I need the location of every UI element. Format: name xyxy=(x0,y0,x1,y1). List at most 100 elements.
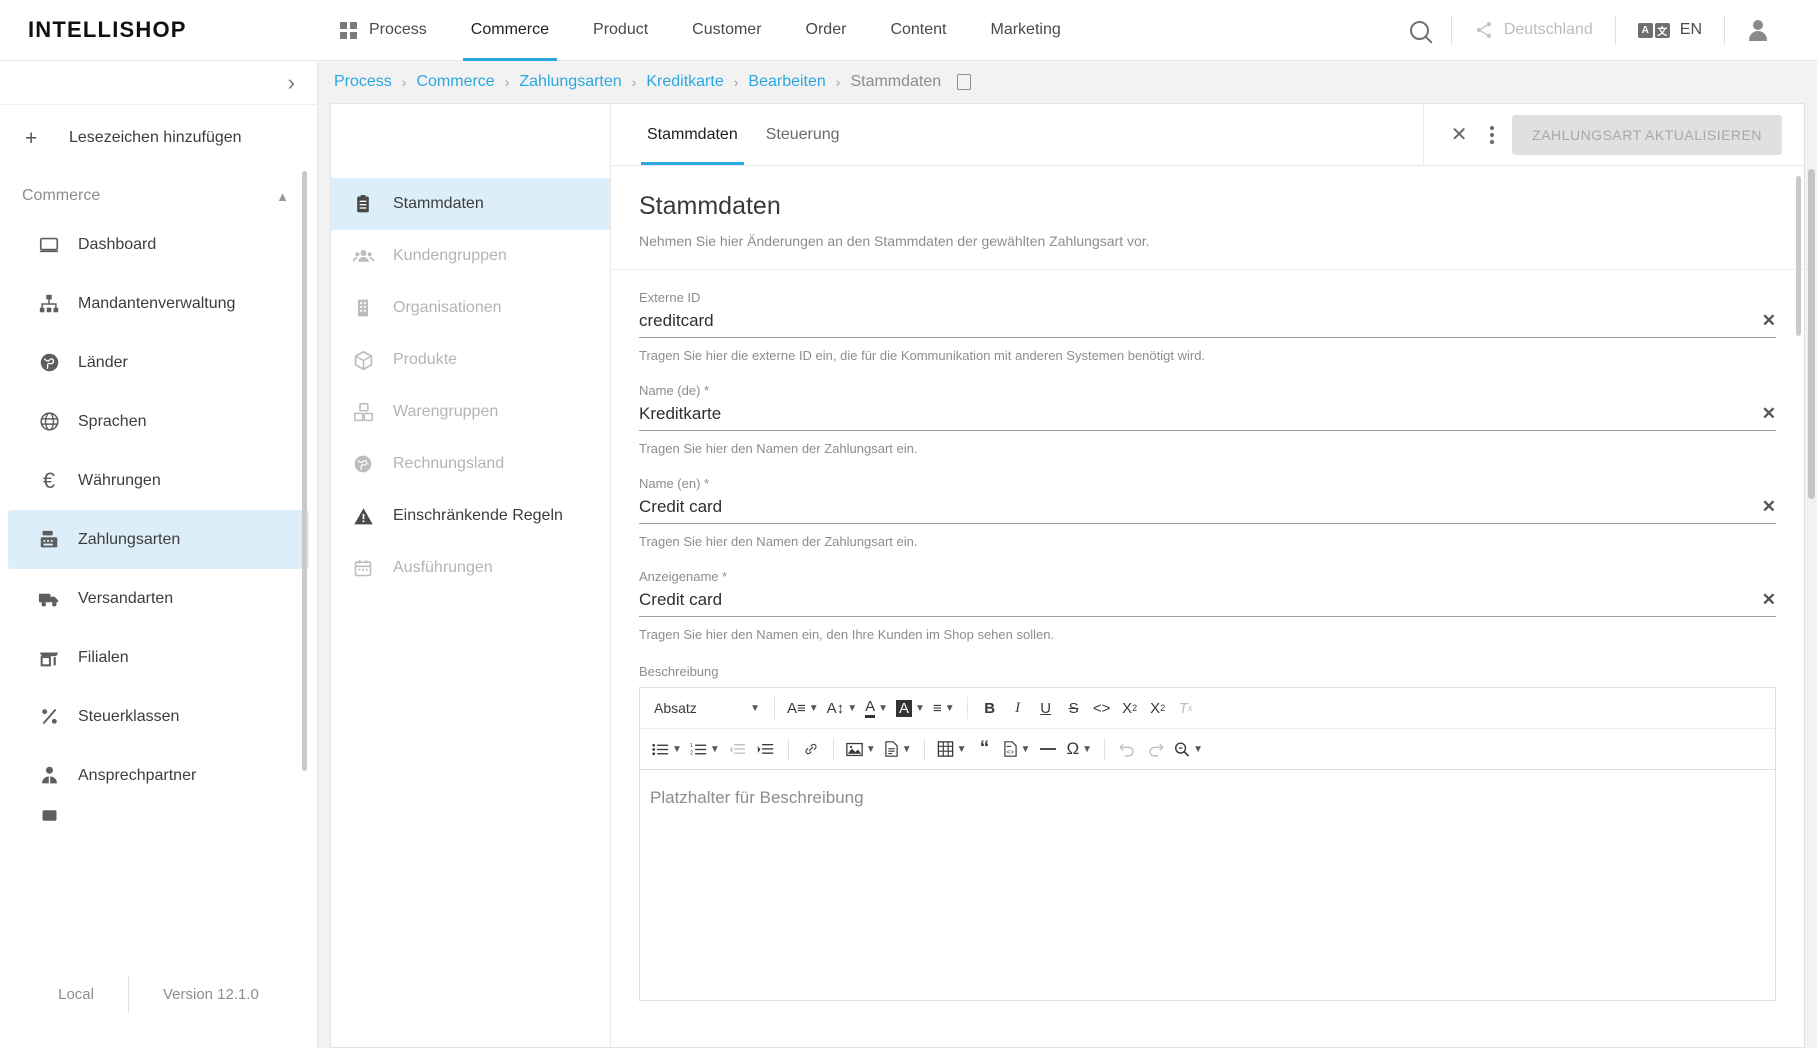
clear-icon[interactable]: ✕ xyxy=(1752,404,1776,424)
sidebar-footer: Local Version 12.1.0 xyxy=(0,940,317,1048)
field-label-name-en: Name (en) * xyxy=(639,476,710,491)
language-selector[interactable]: A文 EN xyxy=(1616,13,1724,47)
building-icon xyxy=(349,298,377,318)
source-code-icon[interactable]: <> xyxy=(1088,693,1116,723)
entity-subnav: Stammdaten Kundengruppen Organisationen … xyxy=(331,104,611,1047)
highlight-color-icon[interactable]: A ▼ xyxy=(892,693,929,723)
clear-icon[interactable]: ✕ xyxy=(1752,311,1776,331)
sidebar-item-zahlungsarten[interactable]: Zahlungsarten xyxy=(8,510,309,569)
subnav-item-rechnungsland[interactable]: Rechnungsland xyxy=(331,438,610,490)
sidebar-group-commerce[interactable]: Commerce ▲ xyxy=(0,165,317,215)
sidebar-item-filialen[interactable]: Filialen xyxy=(8,628,309,687)
sidebar-item-waehrungen[interactable]: € Währungen xyxy=(8,451,309,510)
svg-text:1: 1 xyxy=(690,742,693,748)
sidebar-item-mandantenverwaltung[interactable]: Mandantenverwaltung xyxy=(8,274,309,333)
nav-item-order[interactable]: Order xyxy=(784,0,869,61)
bold-icon[interactable]: B xyxy=(976,693,1004,723)
subnav-item-produkte[interactable]: Produkte xyxy=(331,334,610,386)
subnav-item-warengruppen[interactable]: Warengruppen xyxy=(331,386,610,438)
breadcrumb-item-kreditkarte[interactable]: Kreditkarte xyxy=(646,73,723,91)
sidebar-item-steuerklassen[interactable]: Steuerklassen xyxy=(8,687,309,746)
name-en-input[interactable] xyxy=(639,497,1752,517)
subnav-item-einschraenkende-regeln[interactable]: Einschränkende Regeln xyxy=(331,490,610,542)
underline-icon[interactable]: U xyxy=(1032,693,1060,723)
outdent-icon[interactable] xyxy=(724,734,752,764)
country-selector[interactable]: Deutschland xyxy=(1452,13,1615,47)
nav-item-content[interactable]: Content xyxy=(868,0,968,61)
sidebar-scrollbar-thumb[interactable] xyxy=(302,171,307,771)
italic-icon[interactable]: I xyxy=(1004,693,1032,723)
blockquote-icon[interactable]: “ xyxy=(971,734,999,764)
subnav-item-stammdaten[interactable]: Stammdaten xyxy=(331,178,610,230)
breadcrumb-item-zahlungsarten[interactable]: Zahlungsarten xyxy=(519,73,621,91)
code-block-icon[interactable]: <> ▼ xyxy=(999,734,1035,764)
nav-item-product[interactable]: Product xyxy=(571,0,670,61)
sidebar-label-versandarten: Versandarten xyxy=(78,589,174,607)
breadcrumb-item-bearbeiten[interactable]: Bearbeiten xyxy=(748,73,825,91)
field-label-name-de: Name (de) * xyxy=(639,383,710,398)
sidebar-group-label: Commerce xyxy=(22,187,101,204)
sidebar-item-laender[interactable]: Länder xyxy=(8,333,309,392)
subscript-icon[interactable]: X2 xyxy=(1116,693,1144,723)
anzeigename-input[interactable] xyxy=(639,590,1752,610)
clear-icon[interactable]: ✕ xyxy=(1752,497,1776,517)
sidebar-item-versandarten[interactable]: Versandarten xyxy=(8,569,309,628)
text-color-icon[interactable]: A ▼ xyxy=(861,693,892,723)
page-scrollbar-thumb[interactable] xyxy=(1808,169,1815,499)
font-family-icon[interactable]: A≡ ▼ xyxy=(783,693,823,723)
document-icon[interactable]: ▼ xyxy=(880,734,916,764)
page-title: Stammdaten xyxy=(639,192,781,220)
plus-icon: + xyxy=(25,126,38,150)
breadcrumb-item-process[interactable]: Process xyxy=(334,73,392,91)
subnav-label-warengruppen: Warengruppen xyxy=(393,403,499,420)
special-character-icon[interactable]: Ω ▼ xyxy=(1062,734,1096,764)
subnav-item-kundengruppen[interactable]: Kundengruppen xyxy=(331,230,610,282)
redo-icon[interactable] xyxy=(1141,734,1169,764)
bullet-list-icon[interactable]: ▼ xyxy=(648,734,686,764)
indent-icon[interactable] xyxy=(752,734,780,764)
nav-item-customer[interactable]: Customer xyxy=(670,0,783,61)
kebab-menu-icon[interactable] xyxy=(1490,125,1495,144)
detail-scrollbar-thumb[interactable] xyxy=(1796,176,1801,336)
add-bookmark-button[interactable]: + Lesezeichen hinzufügen xyxy=(0,111,317,165)
numbered-list-icon[interactable]: 1 2 ▼ xyxy=(686,734,724,764)
strikethrough-icon[interactable]: S xyxy=(1060,693,1088,723)
horizontal-rule-icon[interactable] xyxy=(1034,734,1062,764)
nav-item-commerce[interactable]: Commerce xyxy=(449,0,571,61)
breadcrumb-item-commerce[interactable]: Commerce xyxy=(416,73,494,91)
sidebar-item-ansprechpartner[interactable]: Ansprechpartner xyxy=(8,746,309,805)
sidebar-item-partial[interactable] xyxy=(8,805,309,825)
euro-icon: € xyxy=(42,467,56,493)
superscript-icon[interactable]: X2 xyxy=(1144,693,1172,723)
clear-format-icon[interactable]: Tx xyxy=(1172,693,1200,723)
clear-icon[interactable]: ✕ xyxy=(1752,590,1776,610)
sidebar-item-sprachen[interactable]: Sprachen xyxy=(8,392,309,451)
subnav-item-ausfuehrungen[interactable]: Ausführungen xyxy=(331,542,610,594)
user-menu-button[interactable] xyxy=(1725,13,1791,47)
align-icon[interactable]: ≡ ▼ xyxy=(929,693,959,723)
tab-stammdaten[interactable]: Stammdaten xyxy=(633,104,752,165)
sidebar-label-sprachen: Sprachen xyxy=(78,412,147,430)
table-icon[interactable]: ▼ xyxy=(933,734,971,764)
editor-toolbar-row-2: ▼ 1 2 ▼ ▼ ▼ ▼ “ <> ▼ Ω ▼ ▼ xyxy=(640,729,1775,770)
update-payment-method-button[interactable]: ZAHLUNGSART AKTUALISIEREN xyxy=(1512,114,1782,155)
externe-id-input[interactable] xyxy=(639,311,1752,331)
sidebar-item-dashboard[interactable]: Dashboard xyxy=(8,215,309,274)
link-icon[interactable] xyxy=(797,734,825,764)
paragraph-style-select[interactable]: Absatz ▼ xyxy=(648,693,766,723)
subnav-item-organisationen[interactable]: Organisationen xyxy=(331,282,610,334)
image-icon[interactable]: ▼ xyxy=(842,734,880,764)
tab-steuerung[interactable]: Steuerung xyxy=(752,104,854,165)
editor-content-area[interactable]: Platzhalter für Beschreibung xyxy=(640,770,1775,1000)
nav-item-marketing[interactable]: Marketing xyxy=(968,0,1082,61)
undo-icon[interactable] xyxy=(1113,734,1141,764)
find-replace-icon[interactable]: ▼ xyxy=(1169,734,1207,764)
boxes-icon xyxy=(349,402,377,423)
copy-icon[interactable] xyxy=(953,71,972,90)
close-icon[interactable]: ✕ xyxy=(1446,122,1472,148)
search-button[interactable] xyxy=(1388,13,1451,47)
chevron-right-icon[interactable]: › xyxy=(288,71,295,94)
nav-item-process[interactable]: Process xyxy=(318,0,449,61)
name-de-input[interactable] xyxy=(639,404,1752,424)
font-size-icon[interactable]: A↕ ▼ xyxy=(823,693,861,723)
